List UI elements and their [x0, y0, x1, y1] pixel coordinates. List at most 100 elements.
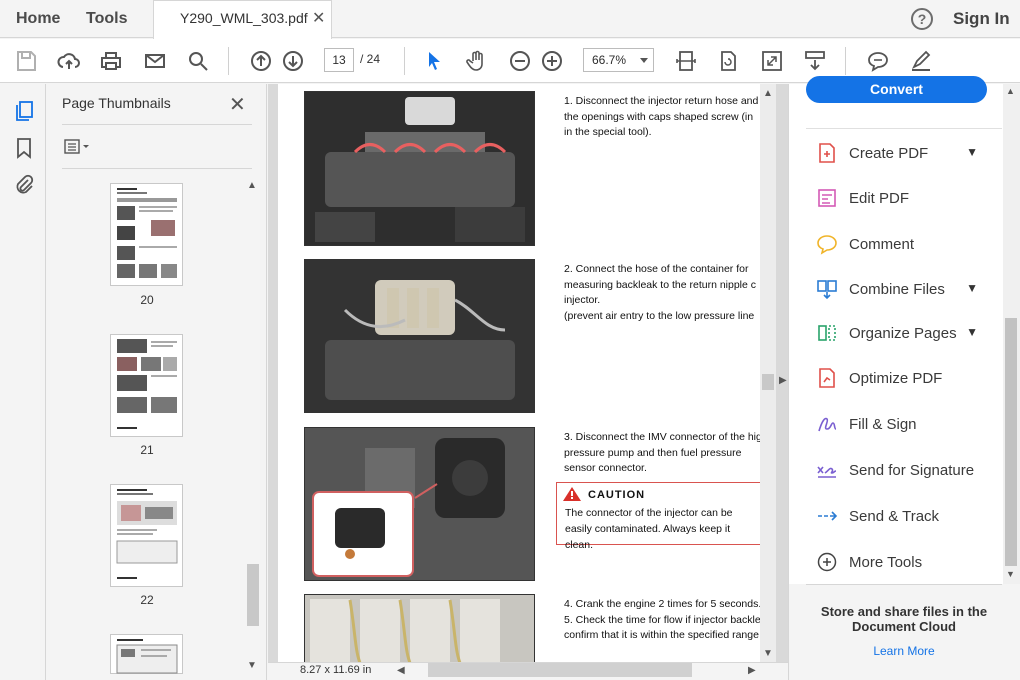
combine-files-icon	[816, 278, 838, 300]
text-line: 1. Disconnect the injector return hose a…	[564, 95, 760, 107]
engine-photo-4	[304, 594, 535, 662]
tool-optimize-pdf[interactable]: Optimize PDF	[806, 358, 1002, 398]
tool-more-tools[interactable]: More Tools	[806, 542, 1002, 582]
divider	[62, 124, 252, 125]
text-line: 4. Crank the engine 2 times for 5 second…	[564, 598, 760, 610]
scroll-left-icon[interactable]: ◀	[397, 665, 405, 676]
close-icon[interactable]: ✕	[229, 92, 246, 117]
more-tools-icon	[816, 551, 838, 573]
zoom-in-icon[interactable]	[539, 48, 565, 74]
scroll-mode-icon[interactable]	[802, 48, 828, 74]
engine-photo-3	[304, 427, 535, 581]
thumbnail-label: 22	[140, 593, 154, 607]
page-thumbnail-22[interactable]	[110, 484, 183, 587]
select-cursor-icon[interactable]	[421, 48, 447, 74]
text-line: 2. Connect the hose of the container for	[564, 263, 749, 275]
collapse-right-icon[interactable]: ▶	[779, 375, 787, 386]
scroll-down-icon[interactable]: ▼	[1006, 569, 1015, 579]
attachment-icon[interactable]	[11, 172, 37, 198]
step-1-text: 1. Disconnect the injector return hose a…	[564, 94, 760, 141]
thumbnail-label: 20	[140, 293, 154, 307]
page-thumbnail-21[interactable]	[110, 334, 183, 437]
scroll-down-icon[interactable]: ▼	[763, 648, 773, 659]
email-icon[interactable]	[142, 48, 168, 74]
scroll-up-icon[interactable]: ▲	[247, 180, 257, 191]
thumbnail-label: 21	[140, 443, 154, 457]
zoom-out-icon[interactable]	[507, 48, 533, 74]
tool-send-for-signature[interactable]: Send for Signature	[806, 450, 1002, 490]
divider	[806, 128, 1002, 129]
text-line: the openings with caps shaped screw (in	[564, 110, 754, 123]
horizontal-scrollbar-thumb[interactable]	[428, 663, 692, 677]
page-thumbnails-icon[interactable]	[11, 98, 37, 124]
upload-cloud-icon[interactable]	[56, 48, 82, 74]
tool-label: Send & Track	[849, 507, 940, 525]
divider	[806, 584, 1002, 585]
learn-more-link[interactable]: Learn More	[806, 644, 1002, 658]
scrollbar-thumb[interactable]	[247, 564, 259, 626]
scroll-down-icon[interactable]: ▼	[247, 660, 257, 671]
convert-button[interactable]: Convert	[806, 76, 987, 103]
optimize-pdf-icon	[816, 367, 838, 389]
chevron-down-icon	[640, 58, 648, 63]
scrollbar-thumb[interactable]	[1005, 318, 1017, 566]
text-line: 3. Disconnect the IMV connector of the h…	[564, 431, 760, 443]
tool-organize-pages[interactable]: Organize Pages ▼	[806, 313, 1002, 353]
search-icon[interactable]	[185, 48, 211, 74]
highlight-pen-icon[interactable]	[908, 48, 934, 74]
rotate-page-icon[interactable]	[715, 48, 741, 74]
home-menu[interactable]: Home	[16, 0, 60, 38]
page-number-input[interactable]: 13	[324, 48, 354, 72]
chevron-down-icon[interactable]: ▼	[966, 281, 978, 295]
tool-fill-sign[interactable]: Fill & Sign	[806, 404, 1002, 444]
zoom-value: 66.7%	[592, 53, 627, 67]
page-thumbnail-20[interactable]	[110, 183, 183, 286]
step-4-text: 4. Crank the engine 2 times for 5 second…	[564, 597, 760, 644]
full-screen-icon[interactable]	[759, 48, 785, 74]
tool-label: Send for Signature	[849, 461, 975, 479]
page-size: 8.27 x 11.69 in	[300, 664, 372, 676]
caution-title: CAUTION	[588, 489, 646, 501]
toolbar-divider	[228, 47, 229, 75]
tools-menu[interactable]: Tools	[86, 0, 127, 38]
thumbnail-options-icon[interactable]	[64, 138, 94, 156]
help-icon[interactable]: ?	[911, 8, 933, 30]
tool-label: Fill & Sign	[849, 415, 917, 433]
scroll-up-icon[interactable]: ▲	[1006, 86, 1015, 96]
engine-photo-2	[304, 259, 535, 413]
scroll-right-icon[interactable]: ▶	[748, 665, 756, 676]
edit-pdf-icon	[816, 187, 838, 209]
zoom-select[interactable]: 66.7%	[583, 48, 654, 72]
comment-icon[interactable]	[865, 48, 891, 74]
save-icon[interactable]	[13, 48, 39, 74]
document-cloud-promo: Store and share files in the Document Cl…	[820, 604, 988, 634]
tool-comment[interactable]: Comment	[806, 224, 1002, 264]
text-line: measuring backleak to the return nipple …	[564, 278, 757, 291]
print-icon[interactable]	[98, 48, 124, 74]
create-pdf-icon	[816, 142, 838, 164]
scroll-up-icon[interactable]: ▲	[763, 88, 773, 99]
tab-close-icon[interactable]: ✕	[312, 8, 325, 28]
previous-page-icon[interactable]	[248, 48, 274, 74]
tool-combine-files[interactable]: Combine Files ▼	[806, 269, 1002, 309]
chevron-down-icon[interactable]: ▼	[966, 325, 978, 339]
text-line: pressure pump and then fuel pressure	[564, 446, 742, 459]
fit-page-icon[interactable]	[673, 48, 699, 74]
toolbar-divider	[845, 47, 846, 75]
text-line: (prevent air entry to the low pressure l…	[564, 309, 755, 322]
tool-edit-pdf[interactable]: Edit PDF	[806, 178, 1002, 218]
page-total: / 24	[360, 52, 381, 66]
tool-create-pdf[interactable]: Create PDF ▼	[806, 133, 1002, 173]
text-line: sensor connector.	[564, 462, 647, 474]
send-signature-icon	[816, 459, 838, 481]
next-page-icon[interactable]	[280, 48, 306, 74]
tool-label: Optimize PDF	[849, 369, 943, 387]
bookmark-icon[interactable]	[11, 135, 37, 161]
hand-tool-icon[interactable]	[464, 48, 490, 74]
page-thumbnail-23[interactable]	[110, 634, 183, 674]
tool-send-track[interactable]: Send & Track	[806, 496, 1002, 536]
scrollbar-thumb[interactable]	[762, 374, 774, 390]
sign-in-link[interactable]: Sign In	[953, 9, 1010, 29]
text-line: 5. Check the time for flow if injector b…	[564, 613, 760, 626]
chevron-down-icon[interactable]: ▼	[966, 145, 978, 159]
